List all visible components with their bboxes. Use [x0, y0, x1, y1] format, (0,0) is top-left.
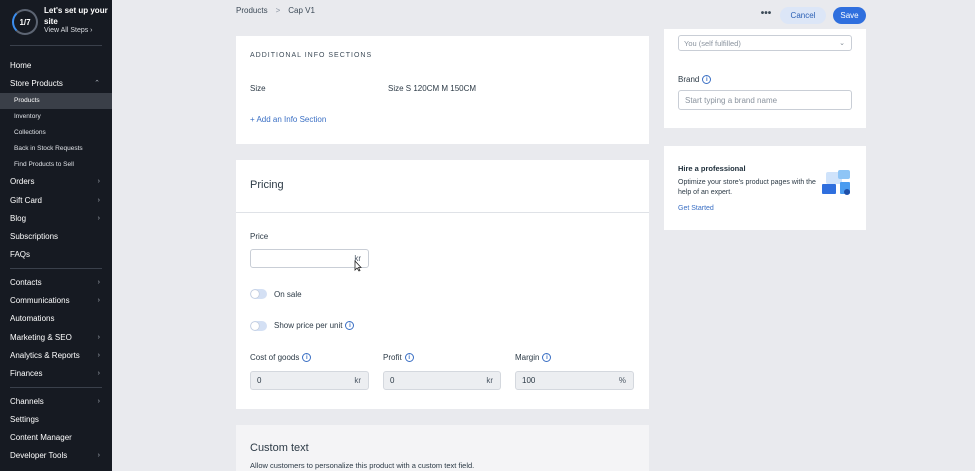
chevron-right-icon: › — [97, 370, 100, 378]
sidebar-item-store-products[interactable]: Store Products ⌃ — [0, 74, 112, 92]
sidebar-item-back-in-stock[interactable]: Back in Stock Requests — [0, 141, 112, 157]
brand-label: Brand i — [678, 75, 712, 84]
brand-input[interactable]: Start typing a brand name — [678, 90, 852, 110]
on-sale-toggle[interactable] — [250, 289, 267, 299]
card-divider — [236, 212, 649, 213]
profit-input: 0 kr — [383, 371, 501, 390]
price-per-unit-toggle[interactable] — [250, 321, 267, 331]
mouse-cursor-icon — [354, 260, 362, 272]
sidebar-item-gift-card[interactable]: Gift Card › — [0, 191, 112, 209]
margin-input: 100 % — [515, 371, 634, 390]
info-icon[interactable]: i — [404, 353, 414, 362]
custom-text-card: Custom text Allow customers to personali… — [236, 425, 649, 471]
add-info-section-link[interactable]: + Add an Info Section — [250, 115, 326, 124]
cost-of-goods-input[interactable]: 0 kr — [250, 371, 369, 390]
get-started-link[interactable]: Get Started — [678, 205, 714, 212]
professional-illustration-icon — [822, 170, 850, 195]
info-row-label: Size — [250, 84, 266, 93]
chevron-right-icon: › — [97, 196, 100, 204]
sidebar-divider — [10, 386, 102, 388]
fulfillment-select[interactable]: You (self fulfilled) ⌄ — [678, 35, 852, 51]
chevron-right-icon: › — [97, 178, 100, 186]
sidebar-item-analytics[interactable]: Analytics & Reports › — [0, 346, 112, 364]
cost-of-goods-label: Cost of goods i — [250, 353, 312, 362]
sidebar-item-contacts[interactable]: Contacts › — [0, 273, 112, 291]
setup-progress-ring: 1/7 — [12, 9, 38, 35]
sidebar-divider — [10, 268, 102, 270]
on-sale-label: On sale — [274, 290, 302, 299]
profit-value: 0 — [390, 376, 395, 385]
profit-unit: kr — [486, 376, 493, 385]
more-actions-button[interactable]: ••• — [756, 8, 776, 24]
sidebar-item-blog[interactable]: Blog › — [0, 209, 112, 227]
breadcrumb-products-link[interactable]: Products — [236, 6, 268, 15]
sidebar-item-content-manager[interactable]: Content Manager — [0, 428, 112, 446]
chevron-right-icon: › — [97, 333, 100, 341]
chevron-right-icon: › — [97, 214, 100, 222]
sidebar-item-collections[interactable]: Collections — [0, 125, 112, 141]
sidebar-item-automations[interactable]: Automations — [0, 310, 112, 328]
custom-text-description: Allow customers to personalize this prod… — [250, 461, 475, 470]
sidebar-item-products[interactable]: Products — [0, 92, 112, 109]
profit-label: Profit i — [383, 353, 414, 362]
sidebar-item-finances[interactable]: Finances › — [0, 365, 112, 383]
info-icon[interactable]: i — [302, 353, 312, 362]
info-icon[interactable]: i — [345, 321, 355, 330]
chevron-down-icon: ⌄ — [839, 40, 845, 47]
cost-of-goods-value: 0 — [257, 376, 262, 385]
section-label: ADDITIONAL INFO SECTIONS — [250, 52, 373, 59]
chevron-right-icon: › — [97, 452, 100, 460]
save-button[interactable]: Save — [833, 7, 866, 24]
sidebar-item-communications[interactable]: Communications › — [0, 291, 112, 309]
margin-label: Margin i — [515, 353, 552, 362]
sidebar-item-marketing-seo[interactable]: Marketing & SEO › — [0, 328, 112, 346]
price-label: Price — [250, 232, 269, 241]
pricing-title: Pricing — [250, 179, 284, 191]
pricing-card: Pricing Price kr On sale Show price per … — [236, 160, 649, 409]
price-input[interactable]: kr — [250, 249, 369, 268]
setup-title: Let's set up your site — [44, 6, 108, 26]
sidebar-item-developer-tools[interactable]: Developer Tools › — [0, 447, 112, 465]
breadcrumb: Products > Cap V1 — [236, 6, 315, 15]
info-row-value[interactable]: Size S 120CM M 150CM — [388, 84, 476, 93]
sidebar-item-faqs[interactable]: FAQs — [0, 246, 112, 264]
sidebar: 1/7 Let's set up your site View All Step… — [0, 0, 112, 471]
sidebar-item-subscriptions[interactable]: Subscriptions — [0, 227, 112, 245]
hire-description: Optimize your store's product pages with… — [678, 179, 816, 196]
cost-unit: kr — [354, 376, 361, 385]
custom-text-title: Custom text — [250, 442, 309, 454]
additional-info-card: ADDITIONAL INFO SECTIONS Size Size S 120… — [236, 36, 649, 144]
sidebar-item-channels[interactable]: Channels › — [0, 392, 112, 410]
hire-title: Hire a professional — [678, 164, 746, 173]
product-details-card: You (self fulfilled) ⌄ Brand i Start typi… — [664, 29, 866, 128]
chevron-right-icon: › — [97, 397, 100, 405]
info-icon[interactable]: i — [542, 353, 552, 362]
cancel-button[interactable]: Cancel — [780, 7, 826, 24]
chevron-up-icon: ⌃ — [94, 80, 100, 88]
info-icon[interactable]: i — [702, 75, 712, 84]
sidebar-divider — [10, 45, 102, 46]
chevron-right-icon: › — [97, 297, 100, 305]
view-all-steps-link[interactable]: View All Steps › — [44, 27, 93, 34]
price-per-unit-label: Show price per unit i — [274, 321, 355, 330]
sidebar-item-home[interactable]: Home — [0, 56, 112, 74]
chevron-right-icon: › — [97, 278, 100, 286]
sidebar-item-orders[interactable]: Orders › — [0, 173, 112, 191]
breadcrumb-current: Cap V1 — [288, 6, 315, 15]
chevron-right-icon: › — [97, 351, 100, 359]
setup-progress[interactable]: 1/7 Let's set up your site View All Step… — [6, 4, 110, 38]
sidebar-nav: Home Store Products ⌃ Products Inventory … — [0, 56, 112, 465]
hire-professional-card: Hire a professional Optimize your store'… — [664, 146, 866, 230]
margin-value: 100 — [522, 376, 536, 385]
sidebar-item-find-products[interactable]: Find Products to Sell — [0, 157, 112, 173]
breadcrumb-separator: > — [275, 6, 281, 15]
sidebar-item-settings[interactable]: Settings — [0, 410, 112, 428]
margin-unit: % — [618, 376, 626, 385]
brand-placeholder: Start typing a brand name — [685, 95, 778, 105]
fulfillment-value: You (self fulfilled) — [684, 38, 741, 48]
sidebar-item-inventory[interactable]: Inventory — [0, 109, 112, 125]
